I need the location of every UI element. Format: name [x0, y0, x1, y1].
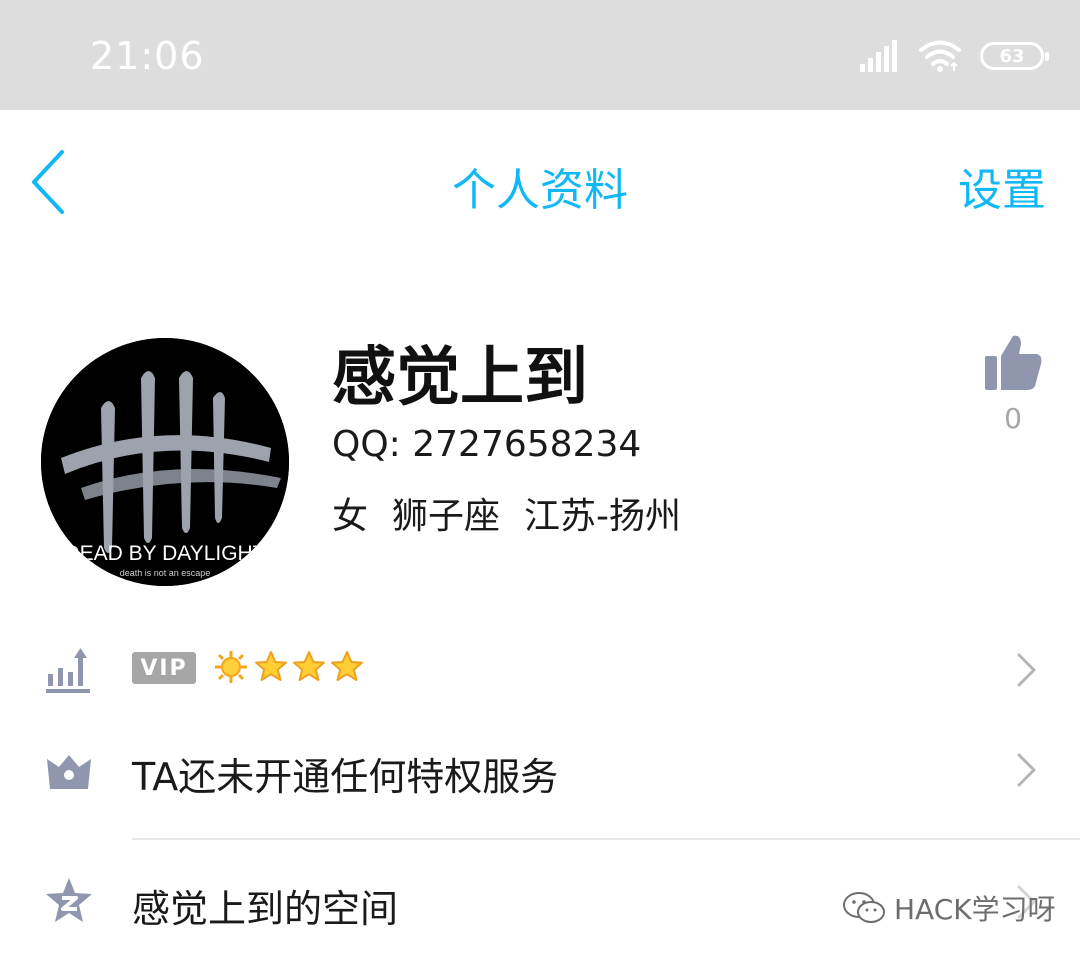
like-button[interactable]: 0 [980, 332, 1046, 435]
chevron-right-icon [1017, 753, 1036, 787]
qq-number: QQ: 2727658234 [332, 424, 642, 465]
avatar-image: DEAD BY DAYLIGHT death is not an escape [41, 338, 289, 586]
battery-level: 63 [999, 45, 1025, 67]
divider [132, 838, 1080, 840]
location: 江苏-扬州 [524, 496, 682, 537]
signal-icon [860, 40, 897, 72]
sun-icon [215, 651, 247, 683]
chevron-right-icon [1017, 653, 1036, 687]
star-icon [331, 651, 363, 681]
level-row[interactable]: VIP [0, 640, 1080, 700]
qzone-star-icon [46, 878, 92, 922]
wifi-icon [919, 40, 961, 72]
watermark-text: HACK学习呀 [894, 893, 1056, 926]
like-count: 0 [1004, 402, 1022, 435]
zodiac: 狮子座 [392, 496, 501, 537]
nav-bar: 个人资料 设置 [0, 110, 1080, 250]
vip-badge: VIP [132, 652, 196, 684]
avatar-subtitle: death is not an escape [120, 568, 211, 578]
space-label: 感觉上到的空间 [132, 887, 399, 931]
crown-icon [47, 755, 91, 789]
star-icon [293, 651, 325, 681]
battery-icon: 63 [980, 42, 1049, 70]
gender: 女 [332, 496, 369, 537]
nickname: 感觉上到 [332, 341, 588, 415]
settings-button[interactable]: 设置 [958, 154, 1046, 218]
privilege-label: TA还未开通任何特权服务 [132, 755, 559, 799]
star-icon [255, 651, 287, 681]
avatar[interactable]: DEAD BY DAYLIGHT death is not an escape [41, 338, 289, 586]
status-bar: 21:06 63 [0, 0, 1080, 110]
privilege-row[interactable]: TA还未开通任何特权服务 [0, 740, 1080, 800]
page-title: 个人资料 [452, 165, 628, 216]
wechat-icon [843, 892, 885, 923]
status-time: 21:06 [90, 34, 205, 78]
avatar-title: DEAD BY DAYLIGHT [64, 542, 265, 565]
watermark: HACK学习呀 [842, 888, 1056, 928]
status-icons: 63 [860, 36, 1049, 76]
level-up-icon [46, 648, 90, 693]
thumbs-up-icon [985, 335, 1042, 390]
profile-info: 女 狮子座 江苏-扬州 [332, 487, 681, 539]
